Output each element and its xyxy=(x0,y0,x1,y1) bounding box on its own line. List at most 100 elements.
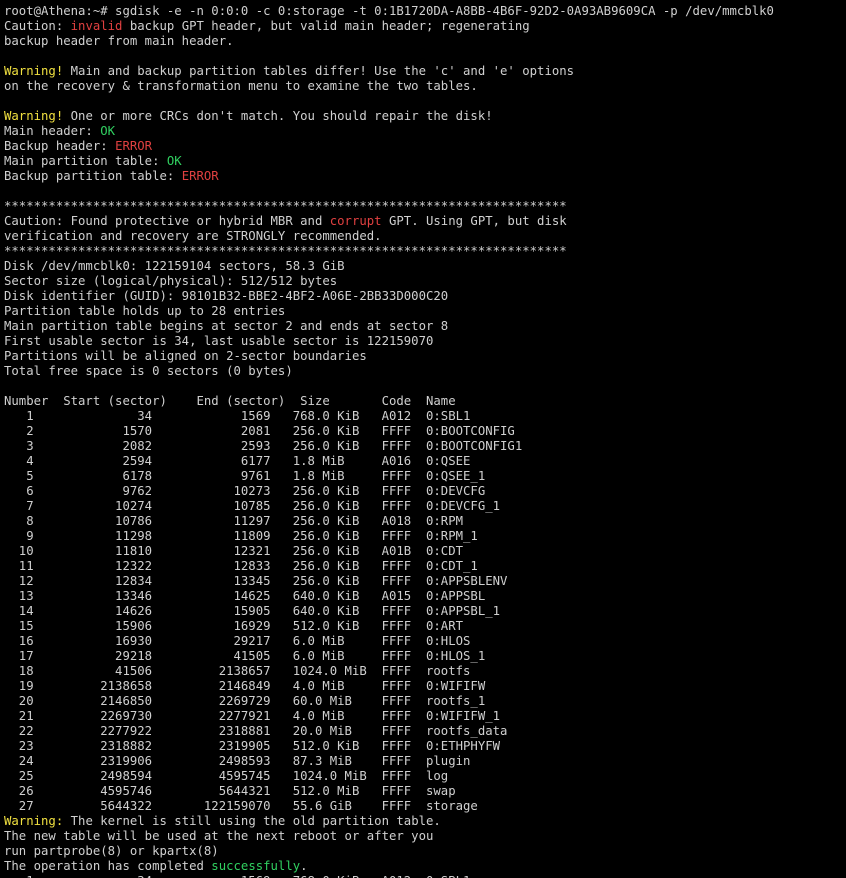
terminal-text: 12 12834 13345 256.0 KiB FFFF 0:APPSBLEN… xyxy=(4,574,508,588)
terminal-line: Number Start (sector) End (sector) Size … xyxy=(4,394,846,409)
terminal-text: . xyxy=(300,859,308,873)
terminal-text-red: ERROR xyxy=(181,169,219,183)
terminal-text: 13 13346 14625 640.0 KiB A015 0:APPSBL xyxy=(4,589,486,603)
terminal-line: 12 12834 13345 256.0 KiB FFFF 0:APPSBLEN… xyxy=(4,574,846,589)
terminal-line: 9 11298 11809 256.0 KiB FFFF 0:RPM_1 xyxy=(4,529,846,544)
terminal-line: on the recovery & transformation menu to… xyxy=(4,79,846,94)
terminal-text: Main and backup partition tables differ!… xyxy=(63,64,575,78)
terminal-line: Warning! Main and backup partition table… xyxy=(4,64,846,79)
terminal-text: Sector size (logical/physical): 512/512 … xyxy=(4,274,338,288)
terminal-text-red: corrupt xyxy=(329,214,382,228)
terminal-text: 2 1570 2081 256.0 KiB FFFF 0:BOOTCONFIG xyxy=(4,424,515,438)
terminal-line: The new table will be used at the next r… xyxy=(4,829,846,844)
terminal-text: 10 11810 12321 256.0 KiB A01B 0:CDT xyxy=(4,544,464,558)
terminal-text: The operation has completed xyxy=(4,859,212,873)
terminal-line: 27 5644322 122159070 55.6 GiB FFFF stora… xyxy=(4,799,846,814)
terminal-text-green: OK xyxy=(166,154,182,168)
terminal-line: root@Athena:~# sgdisk -e -n 0:0:0 -c 0:s… xyxy=(4,4,846,19)
terminal-text: backup GPT header, but valid main header… xyxy=(122,19,530,33)
terminal-line: 25 2498594 4595745 1024.0 MiB FFFF log xyxy=(4,769,846,784)
terminal-text: GPT. Using GPT, but disk xyxy=(381,214,567,228)
terminal-line: 8 10786 11297 256.0 KiB A018 0:RPM xyxy=(4,514,846,529)
terminal-line: Total free space is 0 sectors (0 bytes) xyxy=(4,364,846,379)
terminal-line: 24 2319906 2498593 87.3 MiB FFFF plugin xyxy=(4,754,846,769)
terminal-line: 7 10274 10785 256.0 KiB FFFF 0:DEVCFG_1 xyxy=(4,499,846,514)
terminal-line: run partprobe(8) or kpartx(8) xyxy=(4,844,846,859)
terminal-line: 19 2138658 2146849 4.0 MiB FFFF 0:WIFIFW xyxy=(4,679,846,694)
terminal-line: Disk identifier (GUID): 98101B32-BBE2-4B… xyxy=(4,289,846,304)
terminal-line: Partition table holds up to 28 entries xyxy=(4,304,846,319)
terminal-text: Caution: xyxy=(4,19,71,33)
terminal-text: 5 6178 9761 1.8 MiB FFFF 0:QSEE_1 xyxy=(4,469,486,483)
terminal-line: 22 2277922 2318881 20.0 MiB FFFF rootfs_… xyxy=(4,724,846,739)
terminal-text: on the recovery & transformation menu to… xyxy=(4,79,478,93)
terminal-line: 11 12322 12833 256.0 KiB FFFF 0:CDT_1 xyxy=(4,559,846,574)
terminal-line: 5 6178 9761 1.8 MiB FFFF 0:QSEE_1 xyxy=(4,469,846,484)
terminal-line: 21 2269730 2277921 4.0 MiB FFFF 0:WIFIFW… xyxy=(4,709,846,724)
terminal-text: 18 41506 2138657 1024.0 MiB FFFF rootfs xyxy=(4,664,471,678)
terminal-text: 4 2594 6177 1.8 MiB A016 0:QSEE xyxy=(4,454,471,468)
terminal-text: Partitions will be aligned on 2-sector b… xyxy=(4,349,367,363)
terminal-text: verification and recovery are STRONGLY r… xyxy=(4,229,382,243)
terminal-text: 25 2498594 4595745 1024.0 MiB FFFF log xyxy=(4,769,449,783)
terminal-text: Backup header: xyxy=(4,139,116,153)
terminal-line: ****************************************… xyxy=(4,199,846,214)
terminal-text: 23 2318882 2319905 512.0 KiB FFFF 0:ETHP… xyxy=(4,739,501,753)
terminal-line: The operation has completed successfully… xyxy=(4,859,846,874)
terminal-text-yellow: Warning! xyxy=(4,109,64,123)
terminal-line: verification and recovery are STRONGLY r… xyxy=(4,229,846,244)
terminal-text: 22 2277922 2318881 20.0 MiB FFFF rootfs_… xyxy=(4,724,508,738)
terminal-text: Partition table holds up to 28 entries xyxy=(4,304,286,318)
terminal-line: Warning: The kernel is still using the o… xyxy=(4,814,846,829)
terminal-line: 26 4595746 5644321 512.0 MiB FFFF swap xyxy=(4,784,846,799)
terminal-window[interactable]: root@Athena:~# sgdisk -e -n 0:0:0 -c 0:s… xyxy=(0,0,846,878)
terminal-text: Disk /dev/mmcblk0: 122159104 sectors, 58… xyxy=(4,259,345,273)
terminal-text: The new table will be used at the next r… xyxy=(4,829,434,843)
terminal-text: 17 29218 41505 6.0 MiB FFFF 0:HLOS_1 xyxy=(4,649,486,663)
terminal-line: 15 15906 16929 512.0 KiB FFFF 0:ART xyxy=(4,619,846,634)
terminal-line: Backup partition table: ERROR xyxy=(4,169,846,184)
terminal-line: 10 11810 12321 256.0 KiB A01B 0:CDT xyxy=(4,544,846,559)
terminal-line: 1 34 1569 768.0 KiB A012 0:SBL1 xyxy=(4,409,846,424)
terminal-text: 21 2269730 2277921 4.0 MiB FFFF 0:WIFIFW… xyxy=(4,709,501,723)
terminal-text: First usable sector is 34, last usable s… xyxy=(4,334,434,348)
terminal-text: 3 2082 2593 256.0 KiB FFFF 0:BOOTCONFIG1 xyxy=(4,439,523,453)
terminal-text: The kernel is still using the old partit… xyxy=(63,814,441,828)
terminal-text: 27 5644322 122159070 55.6 GiB FFFF stora… xyxy=(4,799,478,813)
terminal-text: 8 10786 11297 256.0 KiB A018 0:RPM xyxy=(4,514,464,528)
terminal-line: Main partition table: OK xyxy=(4,154,846,169)
terminal-text: One or more CRCs don't match. You should… xyxy=(63,109,493,123)
terminal-text: 6 9762 10273 256.0 KiB FFFF 0:DEVCFG xyxy=(4,484,486,498)
terminal-line: 4 2594 6177 1.8 MiB A016 0:QSEE xyxy=(4,454,846,469)
terminal-text: Main partition table: xyxy=(4,154,167,168)
terminal-text: 1 34 1569 768.0 KiB A012 0:SBL1 xyxy=(4,409,471,423)
terminal-text: Disk identifier (GUID): 98101B32-BBE2-4B… xyxy=(4,289,449,303)
terminal-text: 1 34 1569 768.0 KiB A012 0:SBL1 xyxy=(4,874,470,878)
terminal-line: 17 29218 41505 6.0 MiB FFFF 0:HLOS_1 xyxy=(4,649,846,664)
terminal-line: Warning! One or more CRCs don't match. Y… xyxy=(4,109,846,124)
terminal-line: backup header from main header. xyxy=(4,34,846,49)
terminal-text: backup header from main header. xyxy=(4,34,234,48)
terminal-text-yellow: Warning! xyxy=(4,64,64,78)
terminal-line: Partitions will be aligned on 2-sector b… xyxy=(4,349,846,364)
terminal-text: 11 12322 12833 256.0 KiB FFFF 0:CDT_1 xyxy=(4,559,478,573)
terminal-line: Sector size (logical/physical): 512/512 … xyxy=(4,274,846,289)
terminal-text-red: ERROR xyxy=(115,139,153,153)
terminal-line: First usable sector is 34, last usable s… xyxy=(4,334,846,349)
terminal-text: 14 14626 15905 640.0 KiB FFFF 0:APPSBL_1 xyxy=(4,604,501,618)
terminal-line: Main partition table begins at sector 2 … xyxy=(4,319,846,334)
terminal-text: 16 16930 29217 6.0 MiB FFFF 0:HLOS xyxy=(4,634,471,648)
terminal-text: 19 2138658 2146849 4.0 MiB FFFF 0:WIFIFW xyxy=(4,679,486,693)
terminal-text: 24 2319906 2498593 87.3 MiB FFFF plugin xyxy=(4,754,471,768)
terminal-line: 14 14626 15905 640.0 KiB FFFF 0:APPSBL_1 xyxy=(4,604,846,619)
terminal-text: 9 11298 11809 256.0 KiB FFFF 0:RPM_1 xyxy=(4,529,478,543)
terminal-text: 26 4595746 5644321 512.0 MiB FFFF swap xyxy=(4,784,456,798)
terminal-text: 20 2146850 2269729 60.0 MiB FFFF rootfs_… xyxy=(4,694,486,708)
terminal-line: 16 16930 29217 6.0 MiB FFFF 0:HLOS xyxy=(4,634,846,649)
terminal-line: 18 41506 2138657 1024.0 MiB FFFF rootfs xyxy=(4,664,846,679)
terminal-line: ****************************************… xyxy=(4,244,846,259)
terminal-line: Caution: Found protective or hybrid MBR … xyxy=(4,214,846,229)
